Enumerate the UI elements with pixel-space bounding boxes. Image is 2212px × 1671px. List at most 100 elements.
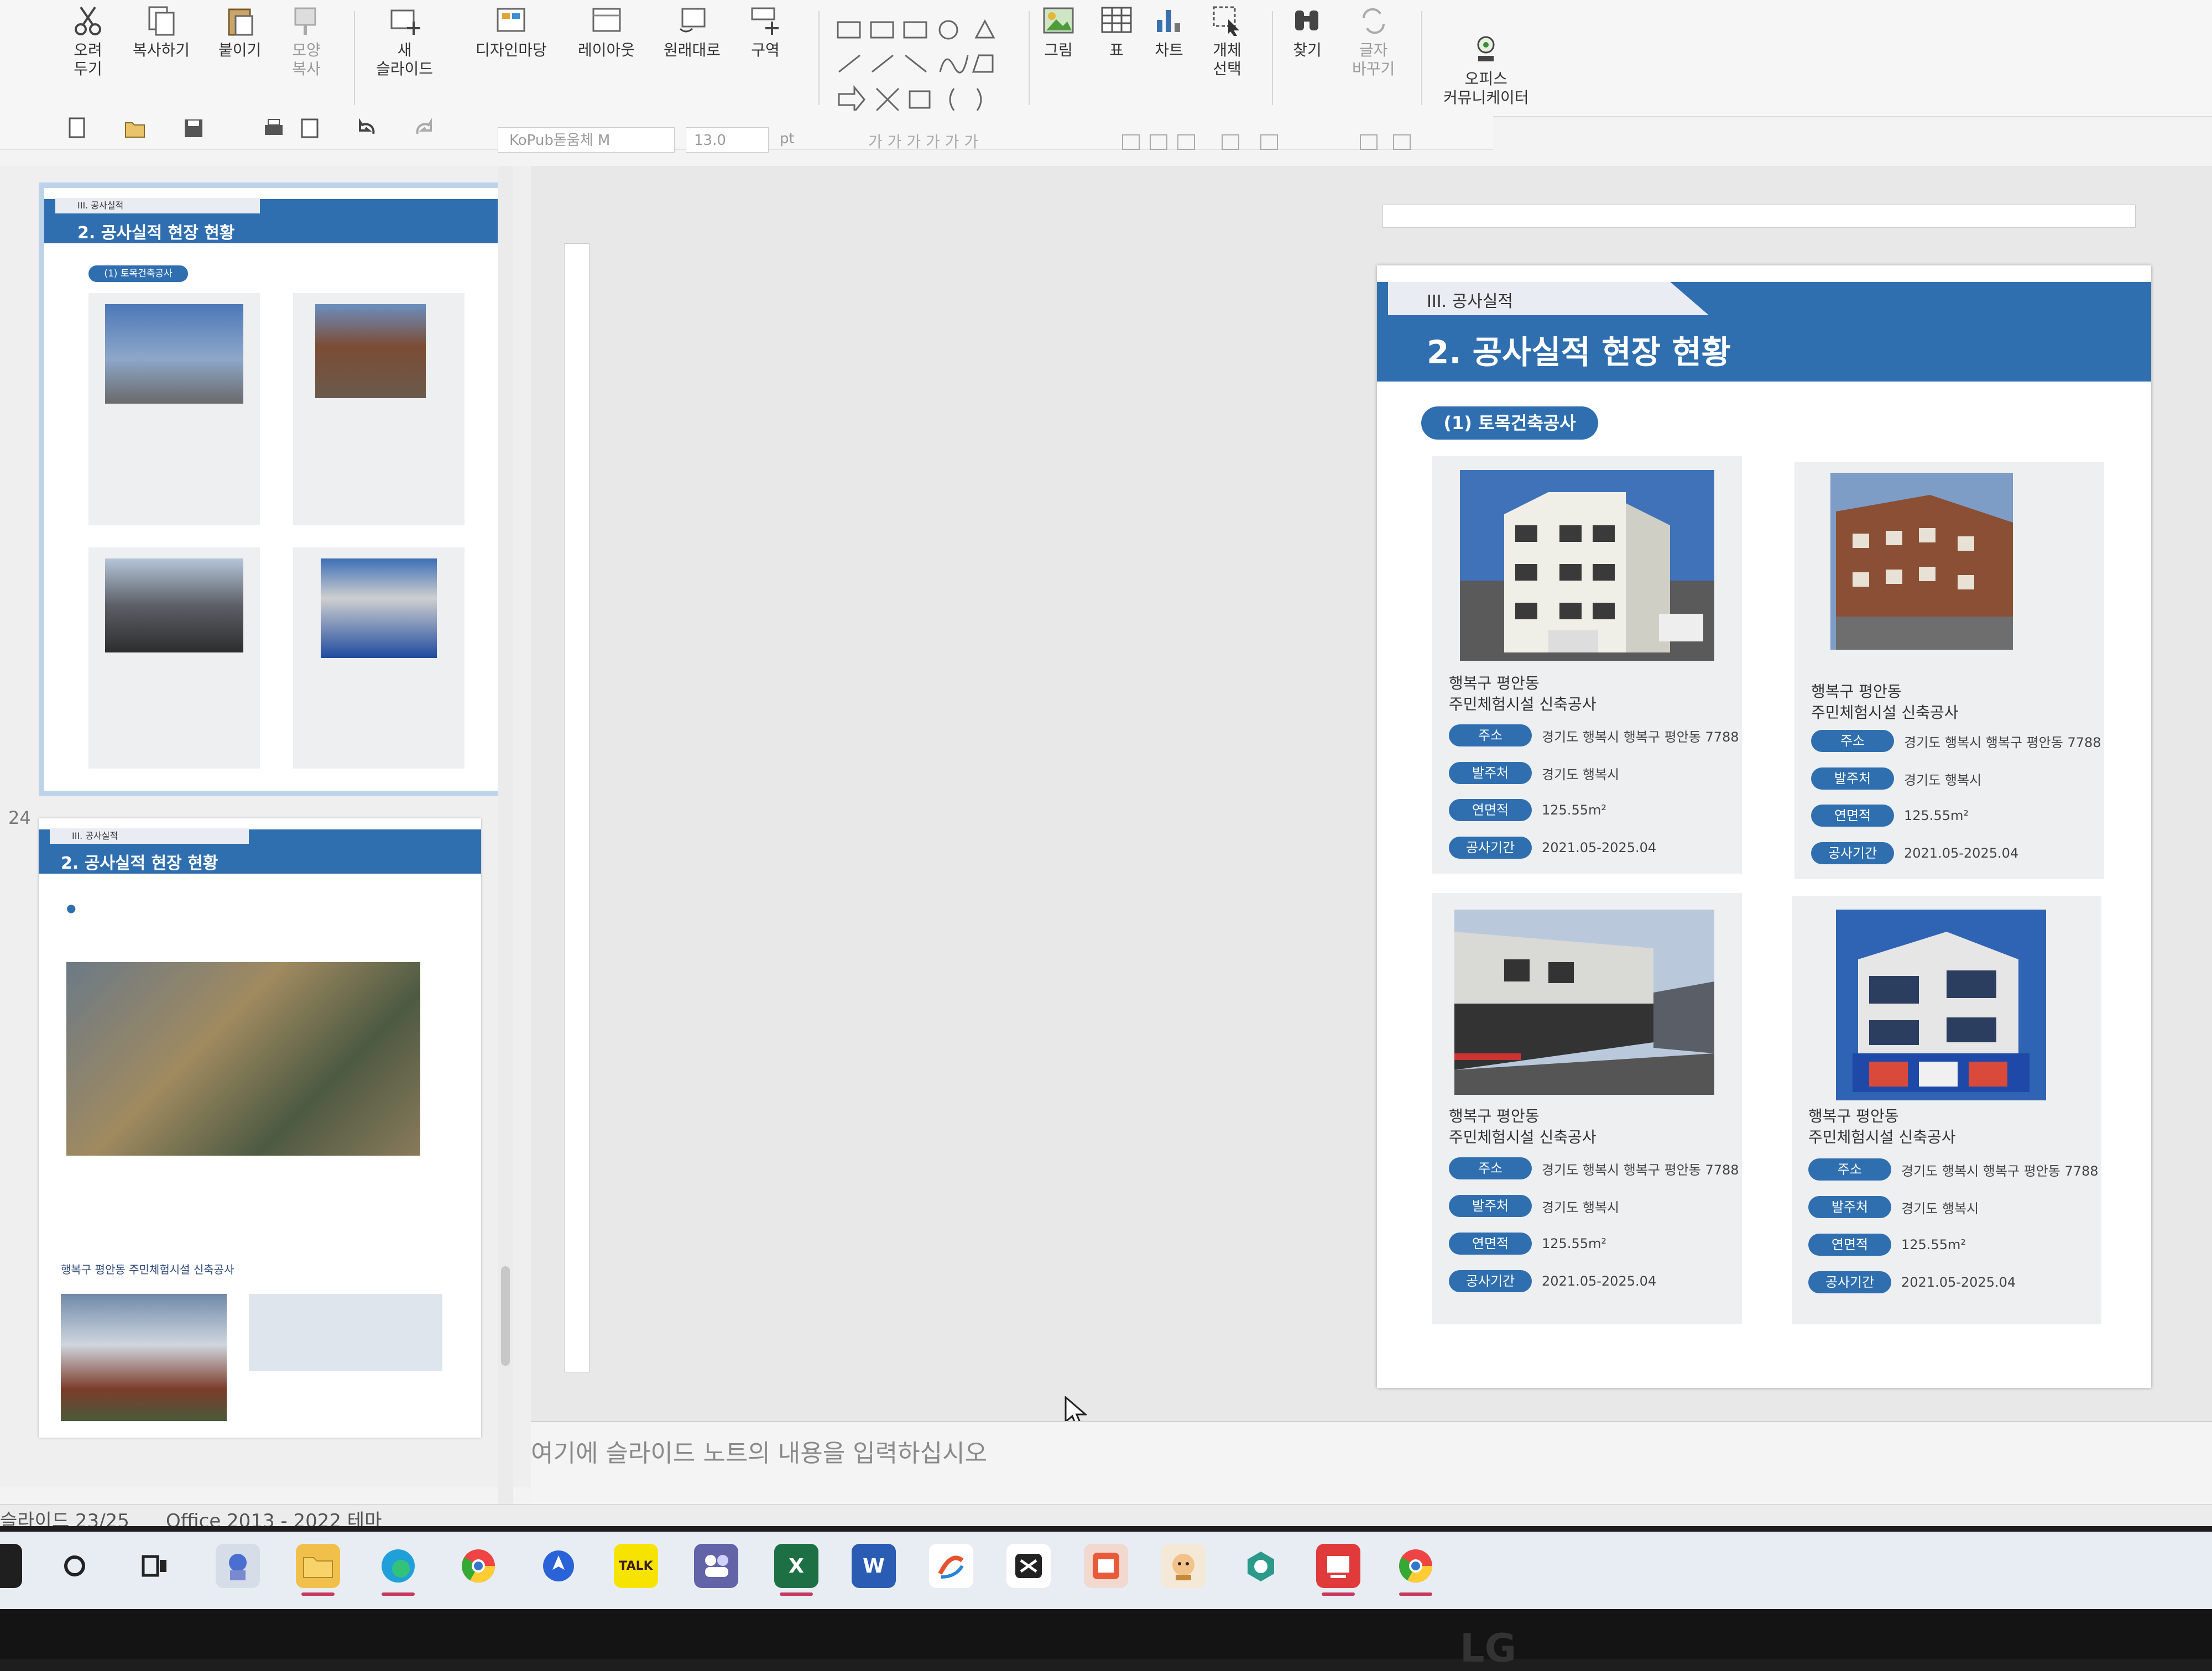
capcut-icon[interactable] <box>1006 1544 1051 1588</box>
info-row-address: 주소 경기도 행복시 행복구 평안동 7788 <box>1811 730 2101 752</box>
app-green-icon[interactable] <box>1239 1544 1283 1588</box>
info-key: 연면적 <box>1449 799 1532 821</box>
thumbnails-scrollbar[interactable] <box>498 166 513 1504</box>
info-value: 2021.05-2025.04 <box>1542 1273 1657 1289</box>
thumbnail-slide-24[interactable]: III. 공사실적 2. 공사실적 현장 현황 ● 행복구 평안동 주민체험시설… <box>39 818 481 1438</box>
slide-notes-pane[interactable]: 여기에 슬라이드 노트의 내용을 입력하십시오 <box>531 1421 2212 1505</box>
slide-title[interactable]: 2. 공사실적 현장 현황 <box>1427 326 1731 373</box>
info-value: 경기도 행복시 <box>1901 1200 1979 1216</box>
font-name-select[interactable]: KoPub돋움체 M <box>498 127 675 153</box>
info-row-client: 발주처 경기도 행복시 <box>1449 762 1619 784</box>
section-label: 구역 <box>751 41 780 59</box>
app-blue-icon[interactable] <box>536 1544 581 1588</box>
text-format-buttons[interactable]: 가 가 가 가 가 가 <box>846 130 1427 153</box>
info-row-client: 발주처 경기도 행복시 <box>1808 1196 1979 1218</box>
design-button[interactable]: 디자인마당 <box>476 4 547 60</box>
word-icon[interactable]: W <box>852 1544 896 1588</box>
info-value: 경기도 행복시 <box>1542 766 1620 782</box>
print-icon[interactable] <box>263 117 285 139</box>
shapes-gallery[interactable] <box>832 17 1020 116</box>
scrollbar-thumb[interactable] <box>501 1266 510 1366</box>
current-slide[interactable]: III. 공사실적 2. 공사실적 현장 현황 (1) 토목건축공사 행복구 평… <box>1377 265 2151 1388</box>
replace-label: 글자 바꾸기 <box>1352 41 1395 78</box>
new-slide-button[interactable]: 새 슬라이드 <box>376 4 433 79</box>
cut-button[interactable]: 오려 두기 <box>72 4 104 79</box>
thumbnail-pill: (1) 토목건축공사 <box>88 265 188 282</box>
chart-label: 차트 <box>1155 41 1183 59</box>
info-row-area: 연면적 125.55m² <box>1808 1234 1966 1256</box>
project-name-line1: 행복구 평안동 <box>1449 1107 1540 1125</box>
project-card[interactable]: 행복구 평안동 주민체험시설 신축공사 주소 경기도 행복시 행복구 평안동 778… <box>1432 456 1742 874</box>
project-card[interactable]: 행복구 평안동 주민체험시설 신축공사 주소 경기도 행복시 행복구 평안동 778… <box>1792 896 2101 1324</box>
screen: 오려 두기 복사하기 붙이기 모양 복사 새 슬라이드 디자인마당 레이아웃 원… <box>0 0 2212 1526</box>
thumbnail-bullet: ● <box>66 901 76 915</box>
teams-icon[interactable] <box>694 1544 738 1588</box>
ribbon-separator <box>818 11 820 105</box>
hancom-show-icon[interactable] <box>1316 1544 1360 1596</box>
redo-icon[interactable] <box>412 117 434 139</box>
project-card[interactable]: 행복구 평안동 주민체험시설 신축공사 주소 경기도 행복시 행복구 평안동 778… <box>1794 462 2104 879</box>
section-icon <box>749 4 781 36</box>
info-row-address: 주소 경기도 행복시 행복구 평안동 7788 <box>1808 1158 2099 1181</box>
file-explorer-icon[interactable] <box>296 1544 340 1596</box>
info-key: 공사기간 <box>1449 1270 1532 1292</box>
font-size-input[interactable]: 13.0 <box>686 127 769 153</box>
kakaotalk-icon[interactable]: TALK <box>614 1544 658 1588</box>
info-row-client: 발주처 경기도 행복시 <box>1449 1195 1619 1217</box>
picture-button[interactable]: 그림 <box>1042 4 1074 60</box>
category-pill[interactable]: (1) 토목건축공사 <box>1421 406 1598 440</box>
monitor-bezel: LG <box>0 1609 2212 1671</box>
monitor-brand-logo: LG <box>1460 1626 1517 1671</box>
font-unit-select[interactable]: pt <box>780 130 795 147</box>
start-icon[interactable] <box>0 1544 22 1588</box>
thumbnail-number: 24 <box>8 807 31 828</box>
save-icon[interactable] <box>182 117 205 139</box>
project-name: 행복구 평안동 주민체험시설 신축공사 <box>1449 1106 1597 1148</box>
project-name: 행복구 평안동 주민체험시설 신축공사 <box>1811 681 1959 723</box>
select-object-button[interactable]: 개체 선택 <box>1211 4 1243 79</box>
character2-icon[interactable] <box>1161 1544 1206 1588</box>
section-button[interactable]: 구역 <box>749 4 781 60</box>
format-copy-button[interactable]: 모양 복사 <box>290 4 322 79</box>
chart-button[interactable]: 차트 <box>1153 4 1185 60</box>
project-card[interactable]: 행복구 평안동 주민체험시설 신축공사 주소 경기도 행복시 행복구 평안동 778… <box>1432 893 1742 1324</box>
task-view-icon[interactable] <box>133 1544 177 1588</box>
reset-button[interactable]: 원래대로 <box>664 4 721 60</box>
photo-app-icon[interactable] <box>1084 1544 1128 1588</box>
replace-button[interactable]: 글자 바꾸기 <box>1352 4 1395 79</box>
theme-status: Office 2013 - 2022 테마 <box>166 1510 382 1526</box>
excel-icon[interactable]: X <box>774 1544 818 1596</box>
chrome-alt-icon[interactable] <box>1394 1544 1438 1596</box>
ribbon-separator <box>1421 11 1422 105</box>
new-file-icon[interactable] <box>66 117 88 139</box>
info-row-area: 연면적 125.55m² <box>1811 805 1969 827</box>
chrome-icon[interactable] <box>456 1544 500 1588</box>
paste-button[interactable]: 붙이기 <box>218 4 261 60</box>
thumbnail-slide-23[interactable]: III. 공사실적 2. 공사실적 현장 현황 (1) 토목건축공사 <box>39 182 503 796</box>
print-preview-icon[interactable] <box>299 117 321 139</box>
communicator-button[interactable]: 오피스 커뮤니케이터 <box>1443 33 1529 107</box>
info-key: 발주처 <box>1449 1195 1532 1217</box>
copy-button[interactable]: 복사하기 <box>133 4 190 60</box>
info-key: 연면적 <box>1808 1234 1891 1256</box>
ribbon-separator <box>1272 11 1273 105</box>
info-row-address: 주소 경기도 행복시 행복구 평안동 7788 <box>1449 1157 1739 1179</box>
character-icon[interactable] <box>216 1544 260 1588</box>
binoculars-icon <box>1291 4 1323 36</box>
design-icon <box>495 4 527 36</box>
table-button[interactable]: 표 <box>1100 4 1133 60</box>
undo-icon[interactable] <box>357 117 379 139</box>
layout-button[interactable]: 레이아웃 <box>578 4 635 60</box>
layout-icon <box>591 4 623 36</box>
paste-icon <box>224 4 256 36</box>
capture-icon[interactable] <box>929 1544 973 1588</box>
scissors-icon <box>72 4 104 36</box>
notes-placeholder[interactable]: 여기에 슬라이드 노트의 내용을 입력하십시오 <box>531 1433 987 1469</box>
search-icon[interactable] <box>53 1544 97 1588</box>
edge-icon[interactable] <box>376 1544 420 1596</box>
open-folder-icon[interactable] <box>124 117 147 139</box>
thumbnail-title: 2. 공사실적 현장 현황 <box>77 223 235 243</box>
find-button[interactable]: 찾기 <box>1291 4 1323 60</box>
select-object-label: 개체 선택 <box>1213 41 1241 78</box>
info-key: 발주처 <box>1449 762 1532 784</box>
